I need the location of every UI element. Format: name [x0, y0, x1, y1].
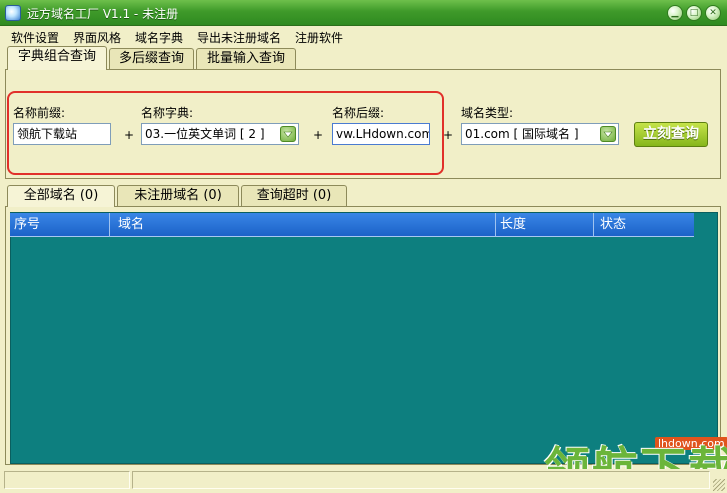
prefix-input[interactable]: 领航下载站 [13, 123, 111, 145]
menu-software-settings[interactable]: 软件设置 [11, 29, 59, 46]
status-bar [0, 469, 727, 493]
plus-sign: + [124, 128, 135, 142]
status-segment [132, 471, 710, 489]
tab-batch-input-query[interactable]: 批量输入查询 [196, 48, 296, 70]
dropdown-arrow-icon[interactable] [600, 126, 616, 142]
title-bar: 远方域名工厂 V1.1 - 未注册 ▁ □ ✕ [0, 0, 727, 26]
dictionary-label: 名称字典: [141, 106, 194, 120]
menu-ui-style[interactable]: 界面风格 [73, 29, 121, 46]
column-header-index[interactable]: 序号 [10, 213, 110, 237]
domain-type-select[interactable]: 01.com [ 国际域名 ] [461, 123, 619, 145]
domain-type-label: 域名类型: [461, 106, 514, 120]
tab-multi-suffix-query[interactable]: 多后缀查询 [109, 48, 194, 70]
menu-export-unregistered[interactable]: 导出未注册域名 [197, 29, 281, 46]
query-now-button[interactable]: 立刻查询 [634, 122, 708, 147]
domain-type-value: 01.com [ 国际域名 ] [465, 127, 579, 141]
tab-dictionary-combo-query[interactable]: 字典组合查询 [7, 46, 107, 70]
minimize-button[interactable]: ▁ [667, 5, 683, 21]
maximize-icon: □ [689, 8, 699, 18]
suffix-input[interactable]: vw.LHdown.com [332, 123, 430, 145]
close-icon: ✕ [709, 8, 717, 18]
dictionary-select[interactable]: 03.一位英文单词 [ 2 ] [141, 123, 299, 145]
window-title: 远方域名工厂 V1.1 - 未注册 [27, 7, 179, 21]
column-header-domain[interactable]: 域名 [114, 213, 496, 237]
tab-all-domains[interactable]: 全部域名 (0) [7, 185, 115, 207]
suffix-value: vw.LHdown.com [336, 127, 430, 141]
plus-sign: + [313, 128, 324, 142]
column-header-status[interactable]: 状态 [596, 213, 694, 237]
menu-register-software[interactable]: 注册软件 [295, 29, 343, 46]
tab-query-timeout[interactable]: 查询超时 (0) [241, 185, 347, 207]
dropdown-arrow-icon[interactable] [280, 126, 296, 142]
status-segment [4, 471, 130, 489]
list-header: 序号 域名 长度 状态 [10, 213, 694, 237]
dictionary-value: 03.一位英文单词 [ 2 ] [145, 127, 265, 141]
tab-unregistered-domains[interactable]: 未注册域名 (0) [117, 185, 239, 207]
maximize-button[interactable]: □ [686, 5, 702, 21]
result-list[interactable] [10, 212, 718, 464]
resize-grip-icon[interactable] [713, 479, 725, 491]
column-header-length[interactable]: 长度 [496, 213, 594, 237]
minimize-icon: ▁ [671, 8, 679, 18]
prefix-label: 名称前缀: [13, 106, 66, 120]
plus-sign: + [443, 128, 454, 142]
suffix-label: 名称后缀: [332, 106, 385, 120]
close-button[interactable]: ✕ [705, 5, 721, 21]
app-icon [5, 5, 21, 21]
menu-bar: 软件设置 界面风格 域名字典 导出未注册域名 注册软件 [0, 26, 727, 46]
menu-domain-dictionary[interactable]: 域名字典 [135, 29, 183, 46]
